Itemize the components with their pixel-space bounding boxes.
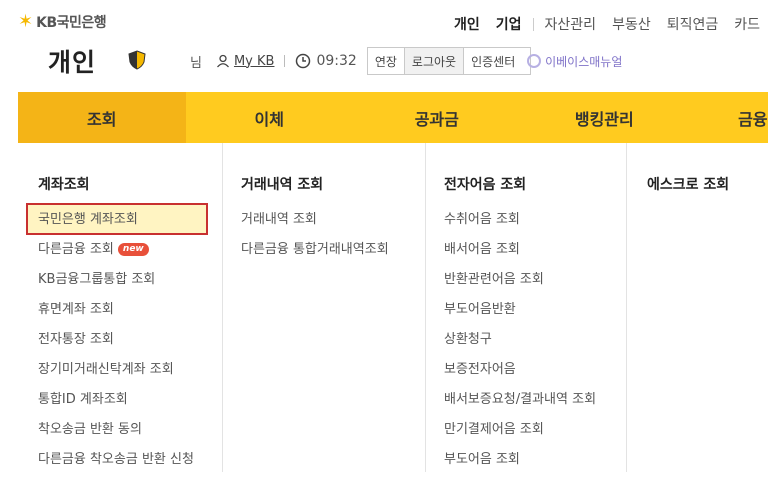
menu-col-escrow: 에스크로 조회 <box>627 143 768 472</box>
menu-col-history: 거래내역 조회 거래내역 조회 다른금융 통합거래내역조회 <box>223 143 425 472</box>
page-title: 개인 <box>48 48 97 77</box>
menu-item[interactable]: 수취어음 조회 <box>444 208 596 238</box>
menu-item[interactable]: 국민은행 계좌조회 <box>38 208 194 238</box>
menu-item[interactable]: 부도어음 조회 <box>444 448 596 478</box>
my-kb-label: My KB <box>233 53 275 69</box>
tab-inquiry[interactable]: 조회 <box>18 92 186 143</box>
cert-center-button[interactable]: 인증센터 <box>464 48 531 74</box>
divider <box>284 55 286 67</box>
session-buttons: 연장 로그아웃 인증센터 <box>366 47 532 75</box>
watermark-text: 이베이스매뉴얼 <box>545 54 623 69</box>
main-nav: 조회 이체 공과금 뱅킹관리 금융 <box>18 92 768 143</box>
kb-logo[interactable]: ✶ KB국민은행 <box>18 11 107 32</box>
session-timer: 09:32 <box>295 53 357 69</box>
divider <box>532 17 534 31</box>
top-menu-card[interactable]: 카드 <box>726 14 768 34</box>
clock-icon <box>296 53 311 69</box>
menu-col-ebill: 전자어음 조회 수취어음 조회 배서어음 조회 반환관련어음 조회 부도어음반환… <box>426 143 626 472</box>
kb-star-icon: ✶ <box>18 11 34 32</box>
tab-banking-mgmt[interactable]: 뱅킹관리 <box>521 92 689 143</box>
top-menu-personal[interactable]: 개인 <box>446 14 488 34</box>
menu-item[interactable]: 전자통장 조회 <box>38 328 194 358</box>
top-menu-pension[interactable]: 퇴직연금 <box>659 14 727 34</box>
tab-finance[interactable]: 금융 <box>688 92 768 143</box>
menu-head-ebill: 전자어음 조회 <box>444 177 527 193</box>
menu-item[interactable]: 다른금융 통합거래내역조회 <box>241 238 389 268</box>
menu-item[interactable]: 배서보증요청/결과내역 조회 <box>444 388 596 418</box>
logo-text: KB국민은행 <box>36 15 107 31</box>
user-suffix: 님 <box>190 55 202 71</box>
menu-item[interactable]: KB금융그룹통합 조회 <box>38 268 194 298</box>
menu-item[interactable]: 반환관련어음 조회 <box>444 268 596 298</box>
watermark-logo-icon <box>527 54 542 68</box>
user-bar: 님 My KB 09:32 연장 로그아웃 인증센터 이베이스매뉴얼 <box>190 47 622 75</box>
menu-item[interactable]: 다른금융 착오송금 반환 신청 <box>38 448 194 478</box>
menu-item[interactable]: 상환청구 <box>444 328 596 358</box>
menu-item[interactable]: 만기결제어음 조회 <box>444 418 596 448</box>
tab-transfer[interactable]: 이체 <box>186 92 354 143</box>
top-menu-business[interactable]: 기업 <box>488 14 530 34</box>
menu-item[interactable]: 착오송금 반환 동의 <box>38 418 194 448</box>
menu-head-escrow[interactable]: 에스크로 조회 <box>647 174 729 194</box>
timer-value: 09:32 <box>316 53 357 69</box>
new-badge: new <box>117 243 149 256</box>
menu-head-history: 거래내역 조회 <box>241 177 324 193</box>
menu-item[interactable]: 다른금융 조회 new <box>38 238 194 268</box>
menu-head-account: 계좌조회 <box>38 177 90 193</box>
top-menu-realestate[interactable]: 부동산 <box>604 14 659 34</box>
menu-item[interactable]: 배서어음 조회 <box>444 238 596 268</box>
menu-col-account: 계좌조회 국민은행 계좌조회 다른금융 조회 new KB금융그룹통합 조회 휴면… <box>18 143 222 472</box>
menu-item[interactable]: 보증전자어음 <box>444 358 596 388</box>
tab-utility[interactable]: 공과금 <box>353 92 521 143</box>
watermark: 이베이스매뉴얼 <box>527 53 622 70</box>
menu-item[interactable]: 통합ID 계좌조회 <box>38 388 194 418</box>
logout-button[interactable]: 로그아웃 <box>404 48 465 74</box>
menu-item[interactable]: 거래내역 조회 <box>241 208 389 238</box>
user-icon <box>216 54 229 68</box>
top-menu-asset[interactable]: 자산관리 <box>537 14 605 34</box>
my-kb-link[interactable]: My KB <box>216 53 275 69</box>
mega-menu: 계좌조회 국민은행 계좌조회 다른금융 조회 new KB금융그룹통합 조회 휴면… <box>18 143 768 472</box>
menu-item[interactable]: 휴면계좌 조회 <box>38 298 194 328</box>
header: ✶ KB국민은행 개인 개인 기업 자산관리 부동산 퇴직연금 카드 님 My … <box>0 0 768 90</box>
menu-item[interactable]: 장기미거래신탁계좌 조회 <box>38 358 194 388</box>
extend-button[interactable]: 연장 <box>367 48 405 74</box>
menu-item[interactable]: 부도어음반환 <box>444 298 596 328</box>
top-menu: 개인 기업 자산관리 부동산 퇴직연금 카드 <box>446 14 768 34</box>
security-shield-icon[interactable] <box>128 50 146 70</box>
